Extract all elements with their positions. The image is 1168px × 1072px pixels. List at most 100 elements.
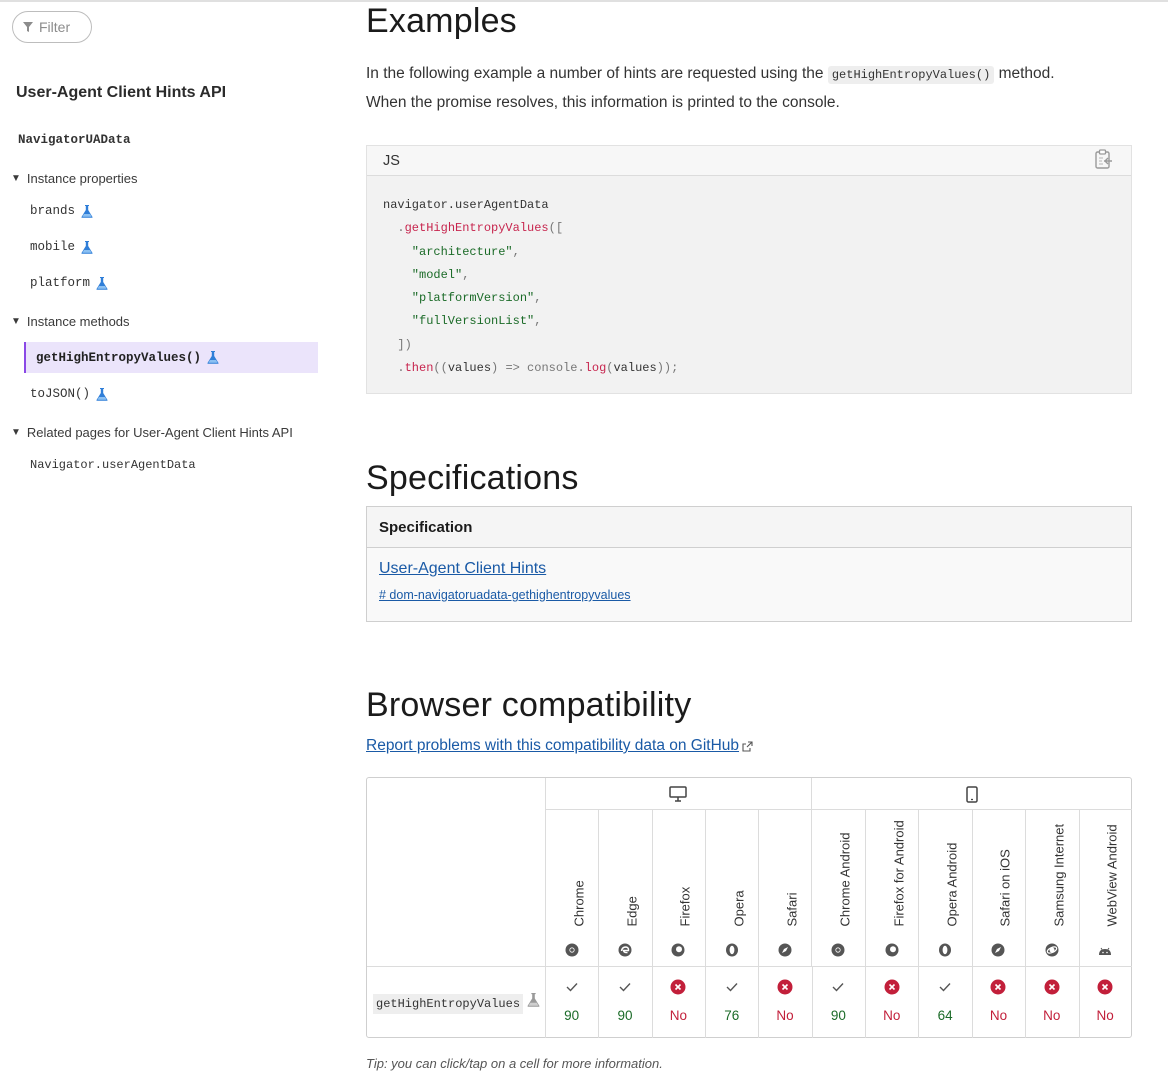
browser-column-header: Safari on iOS xyxy=(972,810,1025,966)
code-example: JS navigator.userAgentData . getHighEntro… xyxy=(366,145,1132,394)
sidebar-item-label: toJSON() xyxy=(30,387,91,401)
code-token: "platformVersion" xyxy=(383,291,535,306)
section-label: Related pages for User-Agent Client Hint… xyxy=(26,425,293,440)
sidebar-item-gethighentropyvalues-active[interactable]: getHighEntropyValues() xyxy=(24,342,318,373)
examples-text: method. xyxy=(998,65,1055,82)
code-token: (( xyxy=(433,361,448,376)
browser-column-header: Chrome xyxy=(545,810,598,966)
support-version: 90 xyxy=(830,1008,846,1023)
sidebar: Filter User-Agent Client Hints API Navig… xyxy=(0,0,330,1072)
report-link-label: Report problems with this compatibility … xyxy=(366,737,740,754)
code-token: , xyxy=(534,291,542,306)
spec-link[interactable]: User-Agent Client Hints xyxy=(379,560,546,577)
code-token: , xyxy=(512,244,520,259)
report-problems-link[interactable]: Report problems with this compatibility … xyxy=(366,737,753,755)
code-token: ) => console. xyxy=(491,361,585,376)
code-token: ]) xyxy=(383,337,412,352)
triangle-down-icon: ▼ xyxy=(11,427,21,438)
filter-input[interactable]: Filter xyxy=(12,11,92,43)
code-token: ([ xyxy=(548,221,564,236)
sidebar-title[interactable]: User-Agent Client Hints API xyxy=(16,84,226,102)
safari-icon xyxy=(991,943,1005,957)
safari-icon xyxy=(778,943,792,957)
code-token: log xyxy=(584,361,607,376)
android-icon xyxy=(1098,943,1112,957)
browser-column-header: Opera Android xyxy=(918,810,971,966)
compat-tip: Tip: you can click/tap on a cell for mor… xyxy=(366,1056,663,1071)
section-related-pages[interactable]: ▼ Related pages for User-Agent Client Hi… xyxy=(11,425,293,440)
code-body[interactable]: navigator.userAgentData . getHighEntropyV… xyxy=(367,176,1131,398)
support-version: 64 xyxy=(937,1008,953,1023)
sidebar-item-label: brands xyxy=(30,204,76,218)
check-icon xyxy=(726,978,738,996)
support-cell[interactable]: No xyxy=(758,966,811,1038)
sidebar-item-tojson[interactable]: toJSON() xyxy=(30,387,108,401)
code-line: navigator.userAgentData xyxy=(383,198,549,212)
support-cell[interactable]: 90 xyxy=(545,966,598,1038)
browser-name: Edge xyxy=(624,896,640,927)
spec-anchor-link[interactable]: # dom-navigatoruadata-gethighentropyvalu… xyxy=(379,588,1119,602)
section-label: Instance methods xyxy=(26,314,130,329)
external-link-icon xyxy=(742,740,753,752)
desktop-icon xyxy=(545,786,811,802)
section-instance-methods[interactable]: ▼ Instance methods xyxy=(11,314,130,329)
code-token: "architecture" xyxy=(383,244,513,259)
cross-icon xyxy=(990,978,1006,996)
code-header: JS xyxy=(367,146,1131,176)
support-cell[interactable]: No xyxy=(865,966,918,1038)
spec-row: User-Agent Client Hints # dom-navigatoru… xyxy=(367,548,1131,621)
sidebar-item-navigatoruadata[interactable]: NavigatorUAData xyxy=(18,133,131,147)
chrome-icon xyxy=(565,943,579,957)
feature-gethighentropyvalues[interactable]: getHighEntropyValues xyxy=(373,994,524,1014)
code-token: . xyxy=(383,361,405,376)
browser-name: Opera Android xyxy=(944,842,960,927)
edge-icon xyxy=(618,943,632,957)
support-version: No xyxy=(1096,1008,1114,1023)
browser-name: Firefox xyxy=(677,886,693,927)
sidebar-item-label: getHighEntropyValues() xyxy=(36,350,202,365)
copy-to-clipboard-icon[interactable] xyxy=(1095,148,1113,173)
sidebar-item-label: platform xyxy=(30,276,91,290)
browser-name: Safari xyxy=(784,892,800,927)
section-instance-properties[interactable]: ▼ Instance properties xyxy=(11,171,137,186)
specifications-table: Specification User-Agent Client Hints # … xyxy=(366,506,1132,622)
support-version: No xyxy=(776,1008,794,1023)
code-token: )); xyxy=(656,361,679,376)
support-cell[interactable]: No xyxy=(972,966,1025,1038)
inline-code-gethighentropyvalues[interactable]: getHighEntropyValues() xyxy=(827,66,995,84)
support-cell[interactable]: 76 xyxy=(705,966,758,1038)
sidebar-item-platform[interactable]: platform xyxy=(30,276,108,290)
support-cell[interactable]: No xyxy=(652,966,705,1038)
support-cell[interactable]: No xyxy=(1079,966,1132,1038)
browser-name: Opera xyxy=(731,890,747,927)
sidebar-item-mobile[interactable]: mobile xyxy=(30,240,93,254)
cross-icon xyxy=(777,978,793,996)
support-cell[interactable]: 90 xyxy=(598,966,651,1038)
sidebar-item-label: mobile xyxy=(30,240,76,254)
browser-column-header: Samsung Internet xyxy=(1025,810,1078,966)
experimental-flask-icon xyxy=(527,993,540,1007)
opera-icon xyxy=(725,943,739,957)
code-token: values xyxy=(613,361,657,376)
support-version: No xyxy=(669,1008,687,1023)
support-version: No xyxy=(1043,1008,1061,1023)
chrome-icon xyxy=(831,943,845,957)
browser-column-header: Edge xyxy=(598,810,651,966)
browser-name: Chrome xyxy=(571,880,587,927)
specifications-heading: Specifications xyxy=(366,459,579,497)
browser-compat-heading: Browser compatibility xyxy=(366,686,692,724)
code-token: getHighEntropyValues xyxy=(404,221,549,236)
examples-text: When the promise resolves, this informat… xyxy=(366,94,840,111)
support-cell[interactable]: 90 xyxy=(812,966,865,1038)
sidebar-item-navigator-useragentdata[interactable]: Navigator.userAgentData xyxy=(30,458,196,472)
triangle-down-icon: ▼ xyxy=(11,173,21,184)
browser-column-header: WebView Android xyxy=(1079,810,1132,966)
filter-icon xyxy=(23,19,33,35)
support-cell[interactable]: 64 xyxy=(918,966,971,1038)
browser-name: Firefox for Android xyxy=(891,820,907,927)
code-token: , xyxy=(534,314,542,329)
browser-name: WebView Android xyxy=(1104,824,1120,927)
feature-label: getHighEntropyValues xyxy=(376,997,521,1011)
support-cell[interactable]: No xyxy=(1025,966,1078,1038)
sidebar-item-brands[interactable]: brands xyxy=(30,204,93,218)
